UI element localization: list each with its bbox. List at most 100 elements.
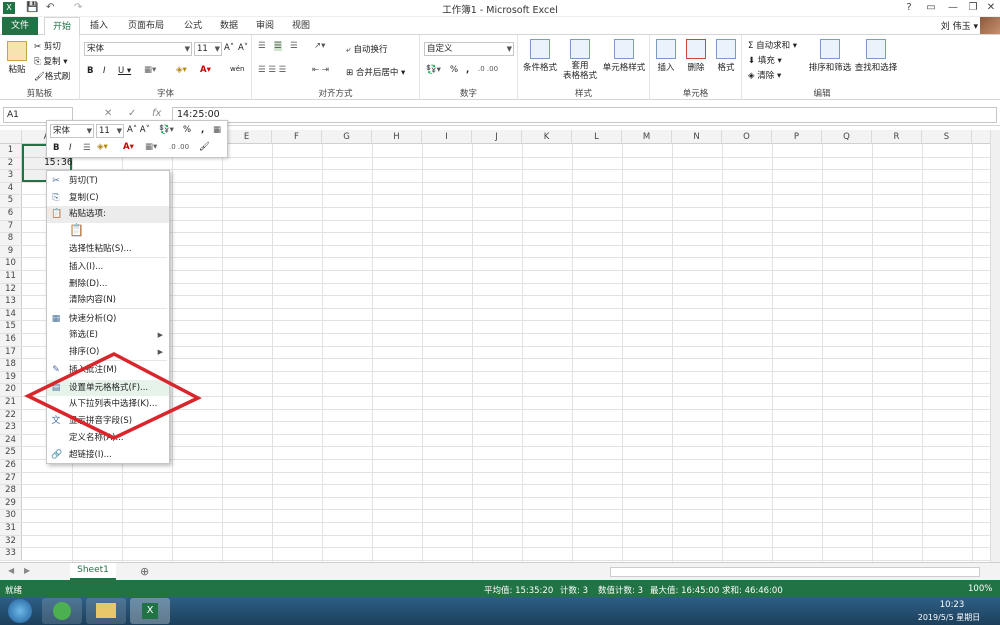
number-format-combo[interactable]: 自定义 ▼ — [424, 42, 514, 56]
row-header[interactable]: 2 — [0, 156, 22, 170]
font-size-combo[interactable]: 11 ▼ — [194, 42, 222, 56]
mini-align-icon[interactable]: ☰ — [83, 143, 91, 153]
context-menu-item[interactable]: 选择性粘贴(S)... — [47, 241, 169, 258]
grow-font-button[interactable]: A˄ — [224, 43, 234, 53]
row-header[interactable]: 3 — [0, 169, 22, 182]
copy-button[interactable]: ⎘ 复制 ▾ — [34, 55, 67, 67]
mini-grow-icon[interactable]: A˄ A˅ — [127, 125, 150, 135]
decimal-icon[interactable]: .0 .00 — [478, 65, 498, 73]
comma-button[interactable]: , — [466, 65, 469, 75]
column-header[interactable]: S — [922, 130, 972, 144]
orientation-icon[interactable]: ↗▾ — [314, 41, 325, 51]
context-menu-item[interactable]: ⎘ 复制(C) — [47, 190, 169, 207]
font-name-combo[interactable]: 宋体 ▼ — [84, 42, 192, 56]
mini-comma-button[interactable]: , — [201, 125, 204, 135]
row-header[interactable]: 13 — [0, 295, 22, 308]
context-menu-item[interactable]: 🔗 超链接(I)... — [47, 447, 169, 464]
format-as-table-button[interactable]: 套用 表格格式 — [560, 39, 600, 81]
percent-button[interactable]: % — [450, 65, 458, 75]
clock-date[interactable]: 2019/5/5 星期日 — [904, 612, 994, 623]
column-header[interactable]: G — [322, 130, 372, 144]
mini-font-combo[interactable]: 宋体 ▼ — [50, 124, 94, 138]
delete-cells-button[interactable]: 删除 — [682, 39, 710, 73]
context-menu-item[interactable]: 删除(D)... — [47, 276, 169, 293]
row-header[interactable]: 32 — [0, 534, 22, 548]
border-icon[interactable]: ▦▾ — [144, 65, 156, 75]
row-header[interactable]: 9 — [0, 244, 22, 258]
ribbon-display-button[interactable]: ▭ — [920, 0, 942, 16]
prev-sheet-icon[interactable]: ◀ — [8, 566, 14, 575]
column-header[interactable]: R — [872, 130, 922, 144]
column-header[interactable]: M — [622, 130, 672, 144]
excel-taskbar-icon[interactable]: X — [130, 598, 170, 624]
phonetic-icon[interactable]: wén — [230, 65, 244, 73]
add-sheet-icon[interactable]: ⊕ — [140, 565, 149, 578]
cell-styles-button[interactable]: 单元格样式 — [600, 39, 648, 73]
row-header[interactable]: 17 — [0, 345, 22, 359]
tab-home[interactable]: 开始 — [44, 17, 80, 36]
tab-data[interactable]: 数据 — [212, 17, 246, 35]
mini-decimal-icon[interactable]: .0 .00 — [169, 143, 189, 151]
tab-view[interactable]: 视图 — [284, 17, 318, 35]
column-header[interactable]: E — [222, 130, 272, 144]
row-header[interactable]: 20 — [0, 383, 22, 396]
find-select-button[interactable]: 查找和选择 — [854, 39, 898, 73]
avatar[interactable] — [980, 17, 1000, 34]
row-header[interactable]: 12 — [0, 282, 22, 296]
indent-icon[interactable]: ⇤ ⇥ — [312, 65, 329, 75]
column-header[interactable]: O — [722, 130, 772, 144]
column-header[interactable]: L — [572, 130, 622, 144]
align-middle-icon[interactable]: ☰ — [274, 41, 282, 51]
mini-fill-color-icon[interactable]: ◈▾ — [97, 142, 108, 152]
mini-painter-icon[interactable]: 🖌 — [199, 142, 210, 152]
clock-time[interactable]: 10:23 — [922, 600, 982, 610]
row-header[interactable]: 1 — [0, 144, 22, 157]
mini-currency-icon[interactable]: 💱▾ — [159, 125, 174, 135]
row-header[interactable]: 7 — [0, 219, 22, 233]
context-menu-item[interactable]: ✂ 剪切(T) — [47, 173, 169, 190]
row-header[interactable]: 5 — [0, 194, 22, 207]
fx-icon[interactable]: fx — [152, 108, 161, 119]
conditional-format-button[interactable]: 条件格式 — [520, 39, 560, 73]
mini-bold-icon[interactable]: B — [53, 143, 59, 153]
italic-button[interactable]: I — [103, 66, 106, 76]
row-header[interactable]: 25 — [0, 446, 22, 459]
enter-icon[interactable]: ✓ — [128, 108, 136, 119]
formula-input[interactable]: 14:25:00 — [172, 107, 997, 123]
row-header[interactable]: 14 — [0, 307, 22, 321]
align-top-icon[interactable]: ☰ — [258, 41, 266, 51]
context-menu-item[interactable]: 插入(I)... — [47, 259, 169, 276]
align-bottom-icon[interactable]: ☰ — [290, 41, 298, 51]
tab-review[interactable]: 审阅 — [248, 17, 282, 35]
row-header[interactable]: 4 — [0, 181, 22, 195]
context-menu-item[interactable]: 📋 粘贴选项: — [47, 206, 169, 223]
explorer-taskbar-icon[interactable] — [86, 598, 126, 624]
tab-formulas[interactable]: 公式 — [176, 17, 210, 35]
zoom-level[interactable]: 100% — [968, 584, 992, 594]
column-header[interactable]: N — [672, 130, 722, 144]
mini-percent-button[interactable]: % — [183, 125, 191, 135]
column-header[interactable]: H — [372, 130, 422, 144]
row-header[interactable]: 10 — [0, 257, 22, 270]
font-color-icon[interactable]: A▾ — [200, 65, 211, 75]
mini-italic-icon[interactable]: I — [69, 143, 72, 153]
row-header[interactable]: 24 — [0, 433, 22, 447]
bold-button[interactable]: B — [87, 66, 93, 76]
column-header[interactable]: P — [772, 130, 822, 144]
autosum-button[interactable]: Σ 自动求和 ▾ — [748, 39, 797, 51]
tab-insert[interactable]: 插入 — [82, 17, 116, 35]
cancel-icon[interactable]: ✕ — [104, 108, 112, 119]
row-header[interactable]: 31 — [0, 522, 22, 535]
fill-color-icon[interactable]: ◈▾ — [176, 65, 187, 75]
sheet-tab-sheet1[interactable]: Sheet1 — [70, 563, 116, 580]
tab-file[interactable]: 文件 — [2, 17, 38, 35]
cut-button[interactable]: ✂ 剪切 — [34, 40, 61, 52]
context-menu-item[interactable]: 清除内容(N) — [47, 292, 169, 309]
sort-filter-button[interactable]: 排序和筛选 — [808, 39, 852, 73]
fill-button[interactable]: ⬇ 填充 ▾ — [748, 54, 782, 66]
underline-button[interactable]: U ▾ — [118, 66, 131, 76]
row-header[interactable]: 28 — [0, 484, 22, 497]
row-header[interactable]: 8 — [0, 232, 22, 245]
vertical-scrollbar[interactable] — [990, 130, 1000, 562]
column-header[interactable]: F — [272, 130, 322, 144]
